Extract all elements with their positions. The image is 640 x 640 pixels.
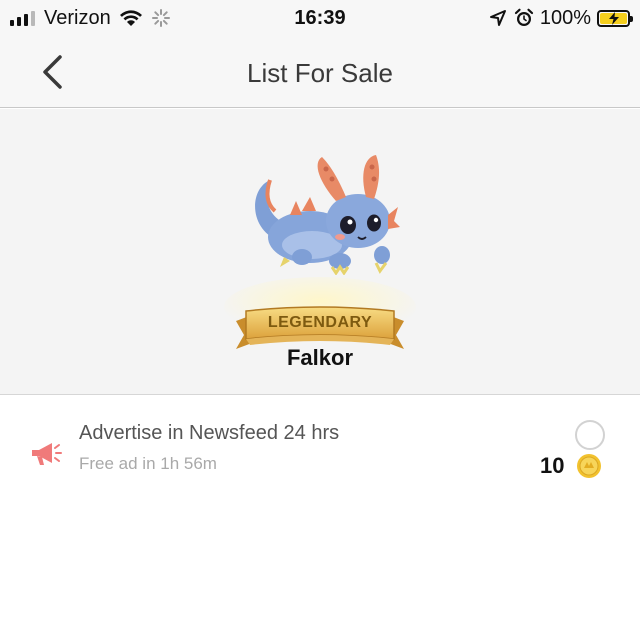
page-title: List For Sale (247, 58, 393, 88)
advertise-option[interactable]: Advertise in Newsfeed 24 hrs Free ad in … (0, 396, 640, 496)
advertise-radio-button[interactable] (575, 420, 605, 450)
status-bar: Verizon 16:39 100% (0, 0, 640, 36)
navigation-bar: List For Sale (0, 36, 640, 108)
status-right: 100% (489, 6, 633, 30)
location-arrow-icon (489, 10, 506, 26)
alarm-clock-icon (514, 8, 533, 26)
option-subtitle: Free ad in 1h 56m (79, 454, 217, 473)
gold-coin-icon (577, 454, 602, 478)
battery-percent: 100% (539, 6, 591, 29)
pet-showcase: LEGENDARY Falkor (0, 109, 640, 395)
price: 10 (540, 453, 602, 479)
megaphone-icon (32, 443, 62, 465)
price-value: 10 (540, 453, 565, 478)
option-title: Advertise in Newsfeed 24 hrs (79, 422, 340, 444)
pet-name: Falkor (286, 345, 354, 370)
pet-dragon-image (255, 155, 400, 275)
battery-charging-icon (597, 9, 633, 27)
rarity-label: LEGENDARY (267, 314, 373, 331)
